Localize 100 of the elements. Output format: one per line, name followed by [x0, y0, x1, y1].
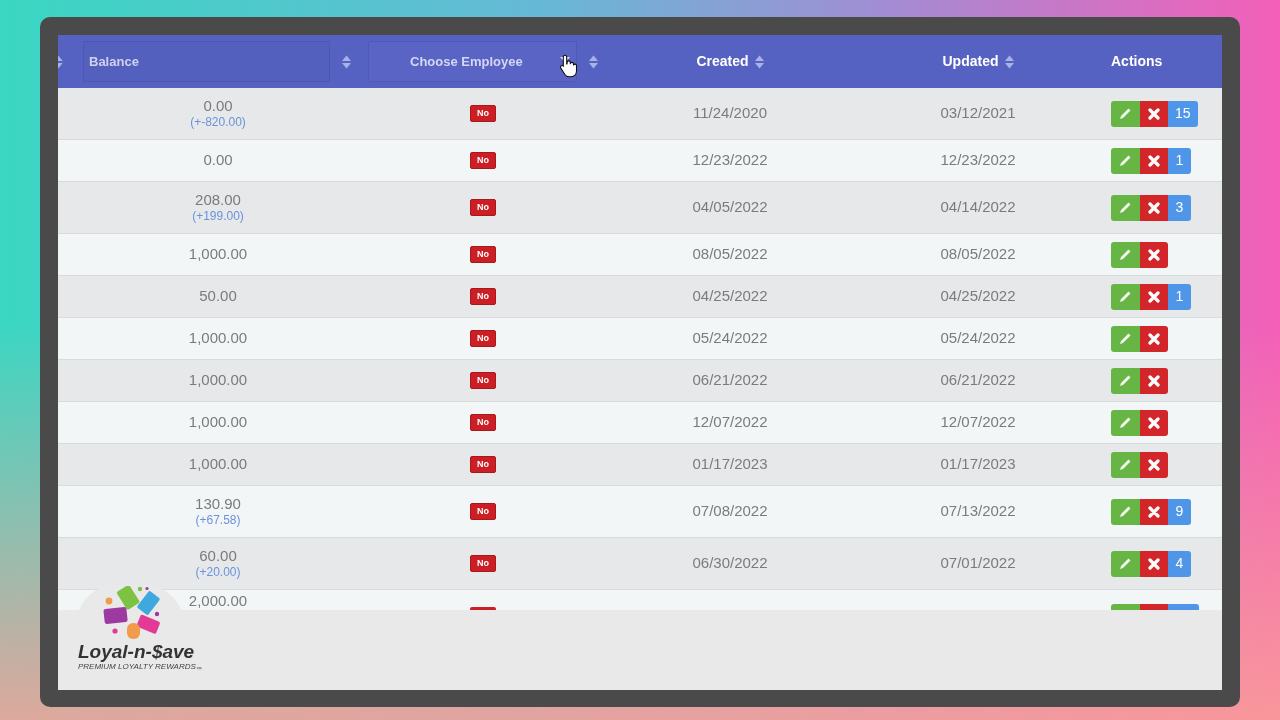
employee-badge: No: [470, 246, 496, 263]
edit-button[interactable]: [1111, 451, 1140, 478]
delete-button[interactable]: [1140, 194, 1168, 221]
pencil-icon: [1119, 416, 1132, 429]
created-cell-text: 05/24/2022: [692, 328, 768, 349]
employee-badge: No: [470, 288, 496, 305]
updated-cell-text: 04/25/2022: [940, 286, 1016, 307]
pencil-icon: [1119, 201, 1132, 214]
count-button[interactable]: 15: [1168, 100, 1198, 127]
edit-button[interactable]: [1111, 367, 1140, 394]
balance-cell: 1,000.00: [188, 455, 248, 474]
delete-button[interactable]: [1140, 325, 1168, 352]
created-cell-text: 04/25/2022: [692, 286, 768, 307]
created-cell-text: 04/05/2022: [692, 197, 768, 218]
cross-icon: [1148, 505, 1160, 518]
updated-cell-text: 07/01/2022: [940, 553, 1016, 574]
logo-wordmark: Loyal-n-$ave: [78, 641, 195, 662]
created-cell-text: 08/05/2022: [692, 244, 768, 265]
updated-cell-text: 01/17/2023: [940, 454, 1016, 475]
updated-cell-text: 12/07/2022: [940, 412, 1016, 433]
delete-button[interactable]: [1140, 367, 1168, 394]
count-button[interactable]: 3: [1168, 194, 1191, 221]
edit-button[interactable]: [1111, 409, 1140, 436]
delete-button[interactable]: [1140, 550, 1168, 577]
sort-icon[interactable]: [1004, 54, 1014, 69]
balance-cell: 1,000.00: [188, 413, 248, 432]
cross-icon: [1148, 374, 1160, 387]
balance-change: (+199.00): [192, 209, 244, 225]
employee-badge: No: [470, 372, 496, 389]
balance-cell: 60.00: [199, 546, 237, 566]
updated-cell-text: 05/24/2022: [940, 328, 1016, 349]
employee-badge: No: [470, 555, 496, 572]
updated-cell-text: 08/05/2022: [940, 244, 1016, 265]
delete-button[interactable]: [1140, 409, 1168, 436]
employee-select[interactable]: Choose Employee: [368, 41, 577, 82]
cross-icon: [1148, 154, 1160, 167]
cross-icon: [1148, 248, 1160, 261]
updated-cell-text: 03/12/2021: [940, 103, 1016, 124]
cross-icon: [1148, 416, 1160, 429]
balance-cell: 208.00: [195, 190, 241, 210]
edit-button[interactable]: [1111, 147, 1140, 174]
pencil-icon: [1119, 290, 1132, 303]
delete-button[interactable]: [1140, 451, 1168, 478]
balance-cell: 0.00: [203, 151, 233, 170]
pencil-icon: [1119, 505, 1132, 518]
column-header: Actions: [1111, 52, 1163, 71]
created-cell-text: 12/07/2022: [692, 412, 768, 433]
edit-button[interactable]: [1111, 241, 1140, 268]
edit-button[interactable]: [1111, 498, 1140, 525]
balance-filter-field[interactable]: Balance: [83, 41, 330, 82]
employee-badge: No: [470, 105, 496, 122]
delete-button[interactable]: [1140, 147, 1168, 174]
count-button[interactable]: 1: [1168, 147, 1191, 174]
created-cell-text: 01/17/2023: [692, 454, 768, 475]
balance-change: (+67.58): [195, 513, 241, 529]
balance-cell: 1,000.00: [188, 329, 248, 348]
cross-icon: [1148, 458, 1160, 471]
employee-badge: No: [470, 456, 496, 473]
column-header[interactable]: Created: [696, 51, 749, 72]
created-cell-text: 11/24/2020: [693, 103, 767, 124]
delete-button[interactable]: [1140, 100, 1168, 127]
cross-icon: [1148, 201, 1160, 214]
delete-button[interactable]: [1140, 241, 1168, 268]
count-button[interactable]: 4: [1168, 550, 1191, 577]
edit-button[interactable]: [1111, 100, 1140, 127]
updated-cell-text: 06/21/2022: [940, 370, 1016, 391]
sort-icon[interactable]: [589, 54, 598, 69]
sort-icon[interactable]: [342, 54, 351, 69]
balance-cell: 1,000.00: [188, 371, 248, 390]
column-header[interactable]: Updated: [942, 51, 999, 72]
delete-button[interactable]: [1140, 283, 1168, 310]
hand-cursor-icon: [559, 54, 578, 78]
employee-badge: No: [470, 199, 496, 216]
cross-icon: [1148, 290, 1160, 303]
employee-badge: [470, 607, 496, 610]
cross-icon: [1148, 332, 1160, 345]
edit-button[interactable]: [1111, 325, 1140, 352]
cross-icon: [1148, 557, 1160, 570]
count-button[interactable]: 9: [1168, 498, 1191, 525]
employee-badge: No: [470, 152, 496, 169]
employee-badge: No: [470, 330, 496, 347]
edit-button[interactable]: [1111, 283, 1140, 310]
pencil-icon: [1119, 374, 1132, 387]
employee-badge: No: [470, 414, 496, 431]
edit-button[interactable]: [1111, 194, 1140, 221]
delete-button[interactable]: [1140, 498, 1168, 525]
pencil-icon: [1119, 458, 1132, 471]
employee-badge: No: [470, 503, 496, 520]
created-cell-text: 06/30/2022: [692, 553, 768, 574]
sort-icon[interactable]: [58, 54, 63, 69]
updated-cell-text: 04/14/2022: [940, 197, 1016, 218]
created-cell-text: 07/08/2022: [692, 501, 768, 522]
count-button[interactable]: 1: [1168, 283, 1191, 310]
balance-cell: 50.00: [199, 287, 237, 306]
edit-button[interactable]: [1111, 550, 1140, 577]
pencil-icon: [1119, 332, 1132, 345]
sort-icon[interactable]: [754, 54, 764, 69]
created-cell-text: 06/21/2022: [692, 370, 768, 391]
pencil-icon: [1119, 557, 1132, 570]
created-cell-text: 12/23/2022: [692, 150, 768, 171]
